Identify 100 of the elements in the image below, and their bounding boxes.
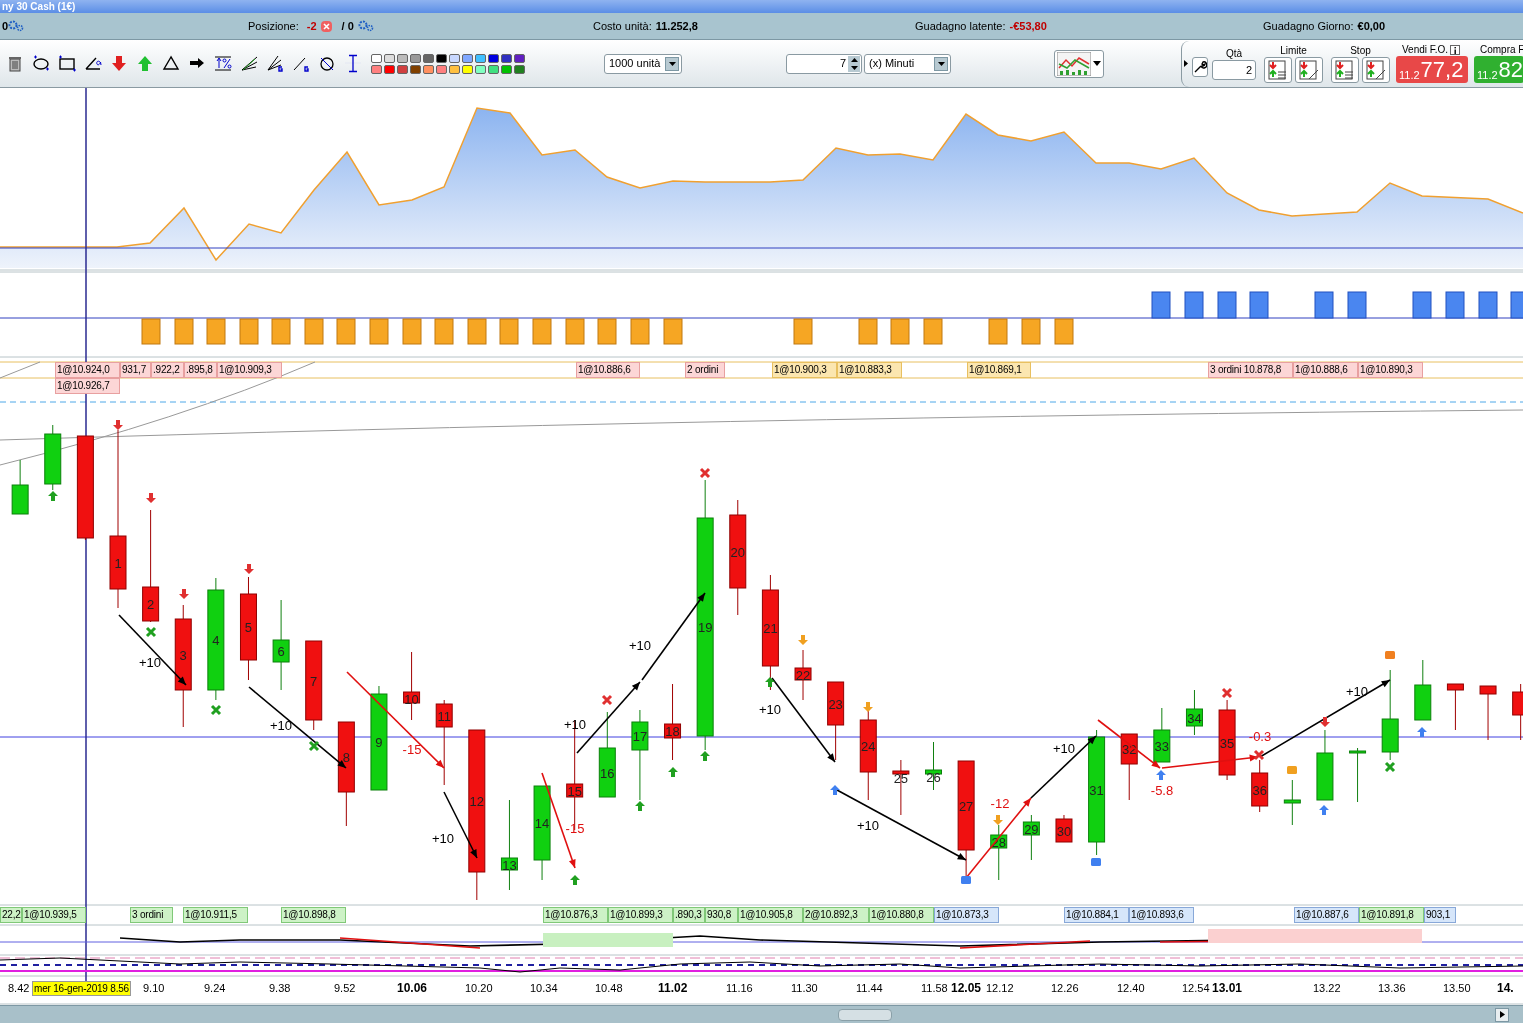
order-tag[interactable]: 1@10.880,8 xyxy=(869,907,934,923)
order-tag[interactable]: 931,7 xyxy=(120,362,151,378)
order-tag[interactable]: 1@10.909,3 xyxy=(217,362,282,378)
time-axis-label: 11.58 xyxy=(921,981,948,995)
settings-button[interactable] xyxy=(1192,56,1208,77)
trade-result-label: +10 xyxy=(138,655,162,670)
order-tag[interactable]: 1@10.873,3 xyxy=(934,907,999,923)
candle-number: 32 xyxy=(1122,742,1137,757)
candlestick xyxy=(1120,733,1138,801)
order-tag[interactable]: .922,2 xyxy=(151,362,184,378)
time-axis-label: 9.24 xyxy=(204,981,226,995)
triangle-tool-icon[interactable] xyxy=(161,54,180,73)
sell-price-button[interactable]: 11.277,2 xyxy=(1396,56,1468,83)
arrow-down-tool-icon[interactable] xyxy=(109,54,128,73)
wrench-icon xyxy=(1193,59,1207,74)
order-list-button[interactable] xyxy=(1264,56,1292,83)
fan-tool-icon[interactable] xyxy=(265,54,284,73)
histogram-bar xyxy=(597,318,617,345)
rectangle-tool-icon[interactable] xyxy=(57,54,76,73)
order-tag[interactable]: 1@10.939,5 xyxy=(22,907,86,923)
gears-icon[interactable] xyxy=(357,20,374,32)
order-tag[interactable]: 3 ordini xyxy=(130,907,173,923)
histogram-bar xyxy=(565,318,585,345)
order-tag[interactable]: 1@10.888,6 xyxy=(1293,362,1358,378)
order-tag[interactable]: 1@10.899,3 xyxy=(608,907,673,923)
order-tag[interactable]: 1@10.886,6 xyxy=(576,362,640,378)
order-tag[interactable]: 1@10.911,5 xyxy=(183,907,248,923)
gears-icon[interactable] xyxy=(8,20,25,32)
candle-number: 21 xyxy=(763,621,778,636)
histogram-bar xyxy=(174,318,194,345)
chart-type-button[interactable] xyxy=(1054,49,1104,78)
trade-result-label: -15 xyxy=(565,821,585,836)
square-marker-icon xyxy=(1385,651,1395,659)
candlestick xyxy=(1153,707,1171,763)
order-tag[interactable]: 1@10.924,0 xyxy=(55,362,120,378)
candle-number: 10 xyxy=(404,692,419,707)
scrollbar-thumb[interactable] xyxy=(838,1008,892,1021)
time-axis-label: 12.54 xyxy=(1182,981,1210,995)
fan-lines-icon[interactable] xyxy=(239,54,258,73)
period-unit-dropdown[interactable]: (x) Minuti xyxy=(864,53,951,74)
order-tag[interactable]: 903,1 xyxy=(1424,907,1456,923)
candle-number: 11 xyxy=(437,708,451,724)
order-tag[interactable]: 1@10.876,3 xyxy=(543,907,608,923)
order-tag[interactable]: 1@10.887,6 xyxy=(1294,907,1359,923)
scroll-right-button[interactable] xyxy=(1495,1007,1509,1022)
up-arrow-marker-icon xyxy=(1156,770,1166,780)
histogram-bar xyxy=(1445,291,1465,319)
histogram-bar xyxy=(141,318,161,345)
stop-label: Stop xyxy=(1350,44,1371,57)
close-position-icon[interactable] xyxy=(320,20,332,32)
order-list-button[interactable] xyxy=(1331,56,1359,83)
order-tag[interactable]: 1@10.891,8 xyxy=(1359,907,1424,923)
cross-marker-icon xyxy=(210,704,222,716)
ellipse-tool-icon[interactable] xyxy=(31,54,50,73)
order-tag[interactable]: 1@10.883,3 xyxy=(837,362,902,378)
order-tag[interactable]: .895,8 xyxy=(184,362,217,378)
window-title: ny 30 Cash (1€) xyxy=(2,1,76,12)
order-tag[interactable]: 1@10.926,7 xyxy=(55,378,120,394)
histogram-bar xyxy=(304,318,324,345)
position-value: -2 xyxy=(306,18,317,34)
circle-tool-icon[interactable] xyxy=(317,54,336,73)
order-tag[interactable]: 930,8 xyxy=(705,907,738,923)
order-tag[interactable]: 1@10.905,8 xyxy=(738,907,803,923)
candle-number: 27 xyxy=(958,798,974,814)
order-tag[interactable]: 1@10.900,3 xyxy=(772,362,837,378)
down-arrow-marker-icon xyxy=(1320,717,1330,727)
order-tag[interactable]: 3 ordini 10.878,8 xyxy=(1208,362,1293,378)
candle-number: 9 xyxy=(375,735,383,750)
time-axis-label: 13.50 xyxy=(1443,981,1471,995)
vertical-measure-icon[interactable] xyxy=(343,54,362,73)
triangle-right-icon xyxy=(1184,60,1188,67)
order-tag[interactable]: 1@10.890,3 xyxy=(1358,362,1423,378)
color-palette[interactable] xyxy=(370,52,526,75)
day-gain-label: Guadagno Giorno: xyxy=(1263,18,1354,34)
histogram-bar xyxy=(1249,291,1269,319)
order-modify-button[interactable] xyxy=(1362,56,1390,83)
cross-marker-icon xyxy=(308,740,320,752)
order-tag[interactable]: 1@10.893,6 xyxy=(1129,907,1194,923)
histogram-bar xyxy=(271,318,291,345)
quantity-dropdown[interactable]: 1000 unità xyxy=(604,53,682,74)
order-modify-button[interactable] xyxy=(1295,56,1323,83)
order-tag[interactable]: 2@10.892,3 xyxy=(803,907,869,923)
candlestick xyxy=(1479,685,1497,741)
percent-tool-icon[interactable] xyxy=(213,54,232,73)
time-axis-label: 13.22 xyxy=(1313,981,1341,995)
histogram-bar xyxy=(1347,291,1367,319)
order-tag[interactable]: 1@10.869,1 xyxy=(967,362,1031,378)
order-tag[interactable]: 22,2 xyxy=(0,907,22,923)
candle-number: 19 xyxy=(697,620,713,635)
order-tag[interactable]: .890,3 xyxy=(673,907,705,923)
quantity-field[interactable]: 2 xyxy=(1212,59,1256,80)
up-arrow-marker-icon xyxy=(570,875,580,885)
order-tag[interactable]: 1@10.898,8 xyxy=(281,907,346,923)
candle-number: 14 xyxy=(534,816,550,831)
info-icon[interactable] xyxy=(1450,45,1461,55)
period-spinner[interactable]: 7 xyxy=(786,53,862,74)
order-tag[interactable]: 2 ordini xyxy=(685,362,725,378)
histogram-bar xyxy=(663,318,683,345)
cross-marker-icon xyxy=(1221,687,1233,699)
order-tag[interactable]: 1@10.884,1 xyxy=(1064,907,1129,923)
